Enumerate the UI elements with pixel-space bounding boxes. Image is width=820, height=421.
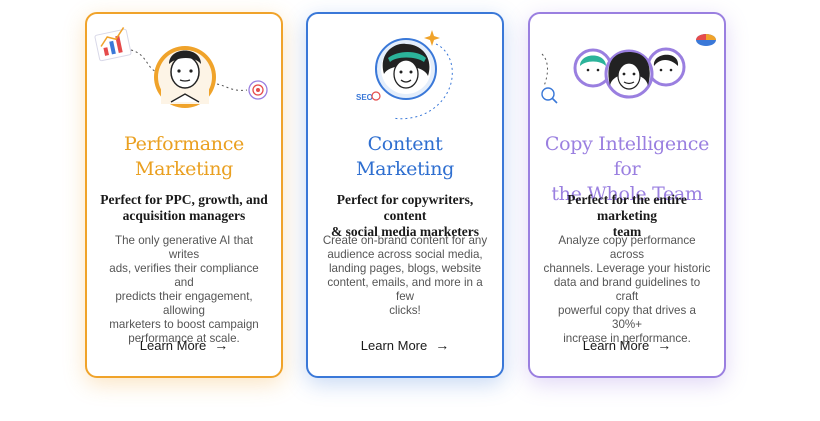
card-title-line: Content xyxy=(367,133,443,155)
card-subtitle-line: Perfect for PPC, growth, and xyxy=(100,192,268,207)
card-content-marketing: SEO Content Marketing Perfect for copywr… xyxy=(306,12,504,378)
card-description-line: marketers to boost campaign xyxy=(109,318,259,331)
content-illustration: SEO xyxy=(356,30,453,120)
card-description: Create on-brand content for any audience… xyxy=(320,234,490,318)
learn-more-label: Learn More xyxy=(139,338,207,353)
arrow-right-icon: → xyxy=(214,337,229,353)
team-avatars xyxy=(573,47,686,99)
card-title: Performance Marketing xyxy=(95,132,273,182)
performance-illustration xyxy=(94,27,268,108)
target-icon xyxy=(248,80,268,100)
card-description-line: landing pages, blogs, website xyxy=(328,262,482,275)
card-description-line: content, emails, and more in a few xyxy=(327,276,483,303)
card-title-line: Copy Intelligence for xyxy=(544,133,710,180)
learn-more-link[interactable]: Learn More → xyxy=(308,337,502,353)
card-title: Content Marketing xyxy=(316,132,494,182)
card-description: The only generative AI that writes ads, … xyxy=(99,234,269,346)
card-description-line: powerful copy that drives a 30%+ xyxy=(558,304,696,331)
card-description-line: predicts their engagement, allowing xyxy=(115,290,253,317)
card-title-line: Marketing xyxy=(355,158,455,180)
card-description-line: Create on-brand content for any xyxy=(322,234,488,247)
card-title-line: Marketing xyxy=(134,158,234,180)
card-description-line: data and brand guidelines to craft xyxy=(553,276,701,303)
card-title-line: Performance xyxy=(124,133,244,155)
magnifier-icon xyxy=(541,87,558,104)
card-description-line: clicks! xyxy=(389,304,421,317)
card-performance-marketing: Performance Marketing Perfect for PPC, g… xyxy=(85,12,283,378)
bar-chart-icon xyxy=(94,27,132,62)
learn-more-link[interactable]: Learn More → xyxy=(530,337,724,353)
card-subtitle-line: Perfect for copywriters, content xyxy=(336,192,474,223)
arrow-right-icon: → xyxy=(657,337,672,353)
seo-label: SEO xyxy=(356,93,373,102)
card-description: Analyze copy performance across channels… xyxy=(542,234,712,346)
avatar xyxy=(375,38,437,100)
learn-more-label: Learn More xyxy=(582,338,650,353)
card-subtitle: Perfect for PPC, growth, and acquisition… xyxy=(99,192,269,224)
card-subtitle-line: acquisition managers xyxy=(122,208,246,223)
team-illustration xyxy=(541,34,716,104)
card-subtitle: Perfect for copywriters, content & socia… xyxy=(320,192,490,240)
card-description-line: channels. Leverage your historic xyxy=(543,262,711,275)
card-description-line: audience across social media, xyxy=(327,248,483,261)
card-description-line: ads, verifies their compliance and xyxy=(109,262,259,289)
card-description-line: Analyze copy performance across xyxy=(558,234,696,261)
avatar xyxy=(154,46,216,108)
learn-more-label: Learn More xyxy=(360,338,428,353)
sparkle-icon xyxy=(424,30,440,46)
card-copy-intelligence: Copy Intelligence for the Whole Team Per… xyxy=(528,12,726,378)
learn-more-link[interactable]: Learn More → xyxy=(87,337,281,353)
heart-icon xyxy=(371,91,381,101)
card-subtitle: Perfect for the entire marketing team xyxy=(542,192,712,240)
arrow-right-icon: → xyxy=(435,337,450,353)
pie-chart-icon xyxy=(696,34,716,46)
card-description-line: The only generative AI that writes xyxy=(115,234,253,261)
card-subtitle-line: Perfect for the entire marketing xyxy=(567,192,687,223)
